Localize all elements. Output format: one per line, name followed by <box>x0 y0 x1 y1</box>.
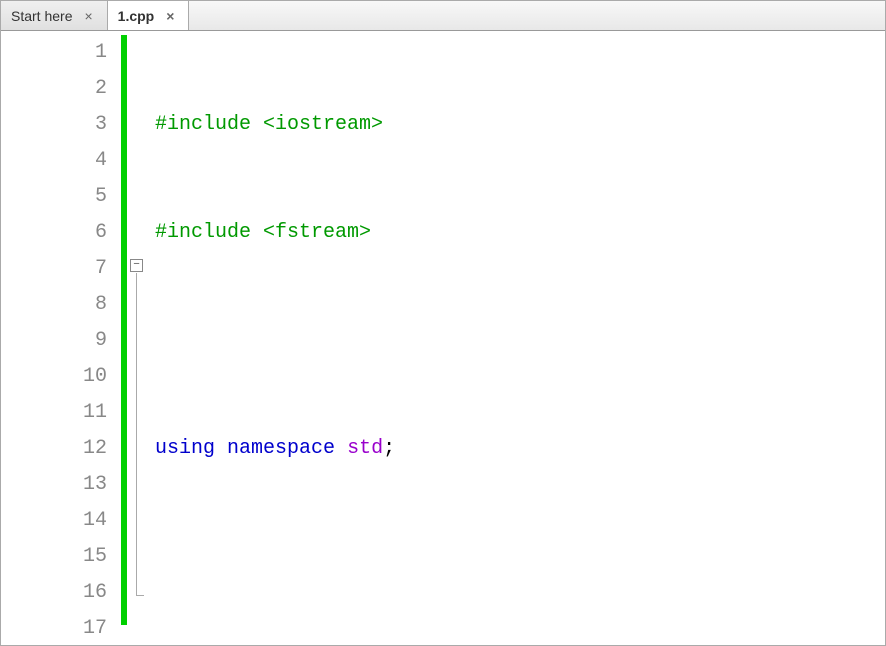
line-number: 16 <box>1 575 107 611</box>
line-number: 4 <box>1 143 107 179</box>
header-name: <fstream> <box>263 221 371 244</box>
line-number: 17 <box>1 611 107 645</box>
close-icon[interactable]: × <box>80 8 96 24</box>
keyword: using <box>155 437 215 460</box>
line-number: 15 <box>1 539 107 575</box>
line-number: 12 <box>1 431 107 467</box>
identifier: std <box>347 437 383 460</box>
editor-container: Start here × 1.cpp × 1 2 3 4 5 6 7 8 9 1… <box>0 0 886 646</box>
line-number: 9 <box>1 323 107 359</box>
code-area[interactable]: #include <iostream> #include <fstream> u… <box>147 31 885 645</box>
line-number-gutter: 1 2 3 4 5 6 7 8 9 10 11 12 13 14 15 16 1… <box>1 31 121 645</box>
code-line: #include <iostream> <box>155 107 885 143</box>
line-number: 14 <box>1 503 107 539</box>
keyword: namespace <box>227 437 335 460</box>
close-icon[interactable]: × <box>162 8 178 24</box>
line-number: 2 <box>1 71 107 107</box>
line-number: 11 <box>1 395 107 431</box>
fold-guide-end <box>136 595 144 596</box>
line-number: 3 <box>1 107 107 143</box>
code-line: #include <fstream> <box>155 215 885 251</box>
tab-start-here[interactable]: Start here × <box>1 1 108 30</box>
code-line: using namespace std; <box>155 431 885 467</box>
line-number: 13 <box>1 467 107 503</box>
fold-column: − <box>127 31 147 645</box>
line-number: 8 <box>1 287 107 323</box>
line-number: 6 <box>1 215 107 251</box>
line-number: 7 <box>1 251 107 287</box>
fold-guide-line <box>136 273 137 595</box>
line-number: 1 <box>1 35 107 71</box>
preprocessor-directive: #include <box>155 113 263 136</box>
tab-1-cpp[interactable]: 1.cpp × <box>108 1 190 30</box>
code-line <box>155 323 885 359</box>
tab-label: 1.cpp <box>118 8 155 24</box>
preprocessor-directive: #include <box>155 221 263 244</box>
line-number: 5 <box>1 179 107 215</box>
header-name: <iostream> <box>263 113 383 136</box>
line-number: 10 <box>1 359 107 395</box>
fold-toggle-icon[interactable]: − <box>130 259 143 272</box>
tab-label: Start here <box>11 8 72 24</box>
punctuation: ; <box>383 437 395 460</box>
editor-body: 1 2 3 4 5 6 7 8 9 10 11 12 13 14 15 16 1… <box>1 31 885 645</box>
code-line <box>155 539 885 575</box>
tab-bar: Start here × 1.cpp × <box>1 1 885 31</box>
